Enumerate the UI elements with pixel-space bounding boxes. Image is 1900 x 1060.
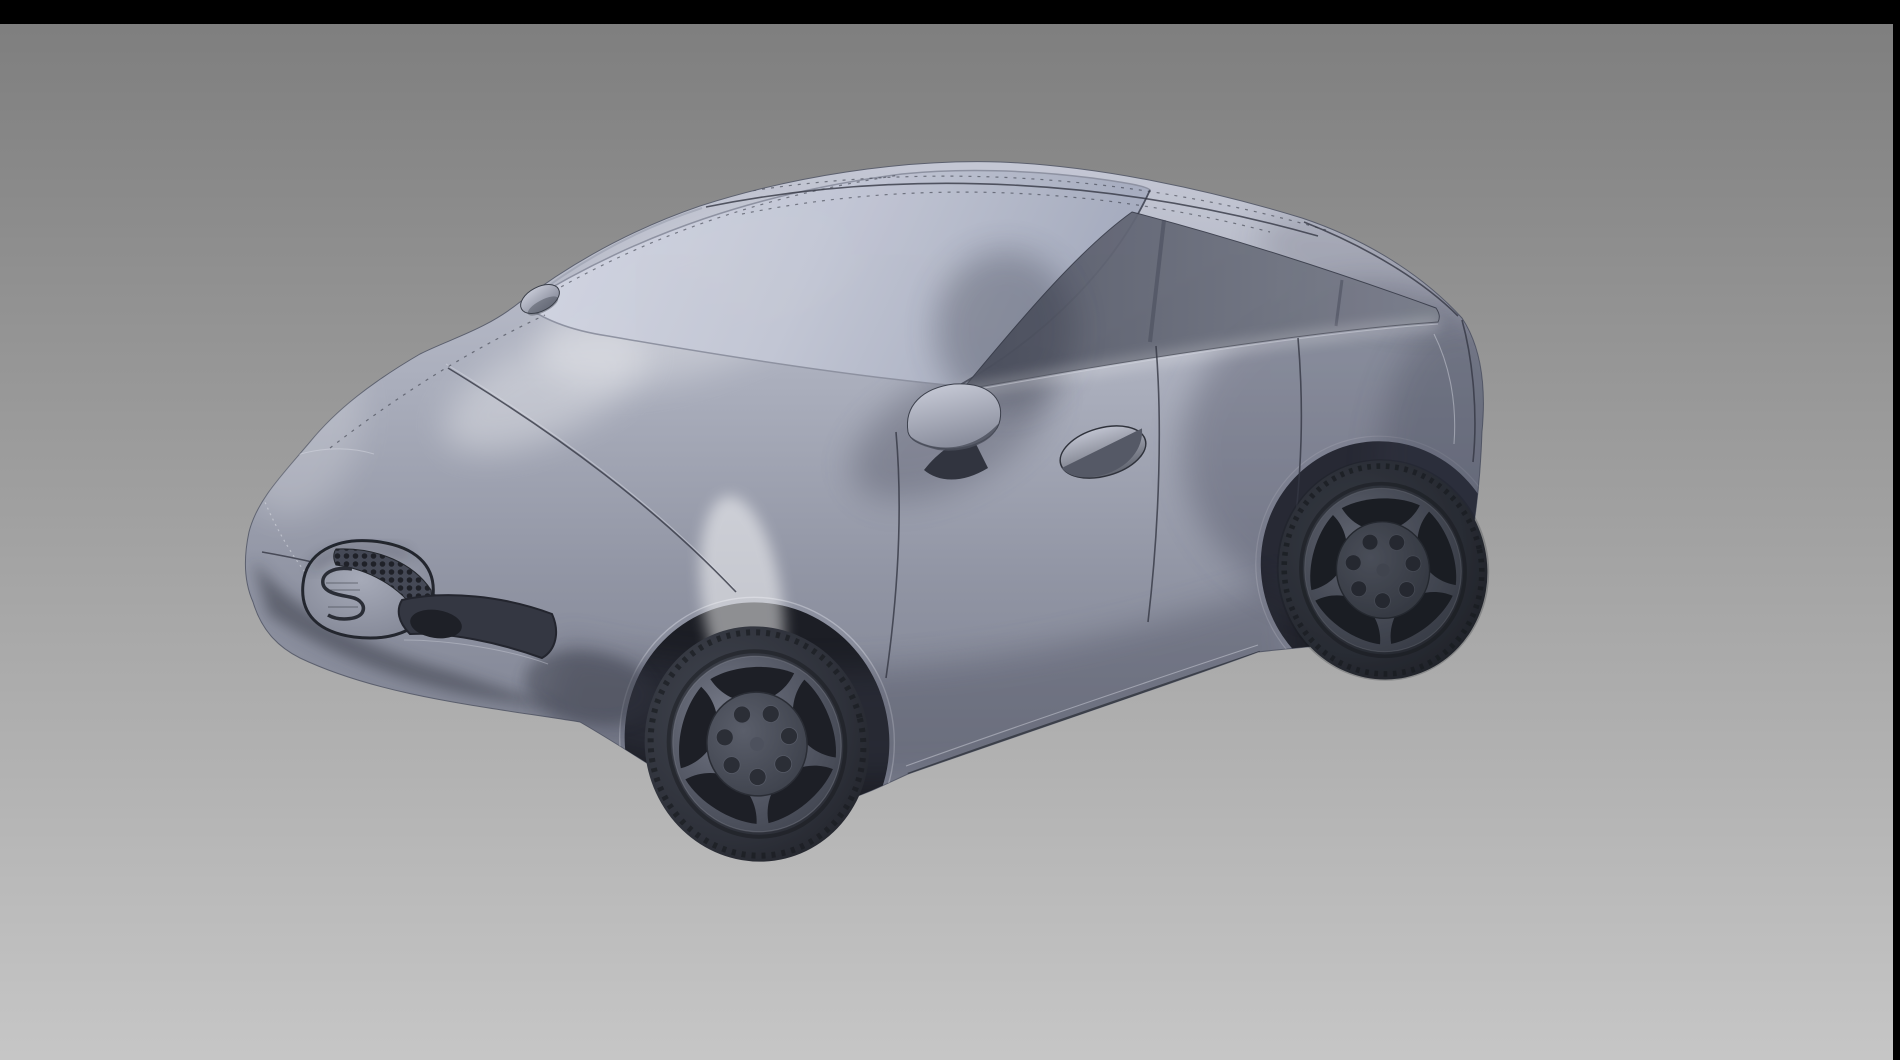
right-black-strip [1893, 0, 1900, 1060]
app-window [0, 0, 1900, 1060]
top-black-bar [0, 0, 1900, 24]
viewport-3d[interactable] [0, 0, 1900, 1060]
